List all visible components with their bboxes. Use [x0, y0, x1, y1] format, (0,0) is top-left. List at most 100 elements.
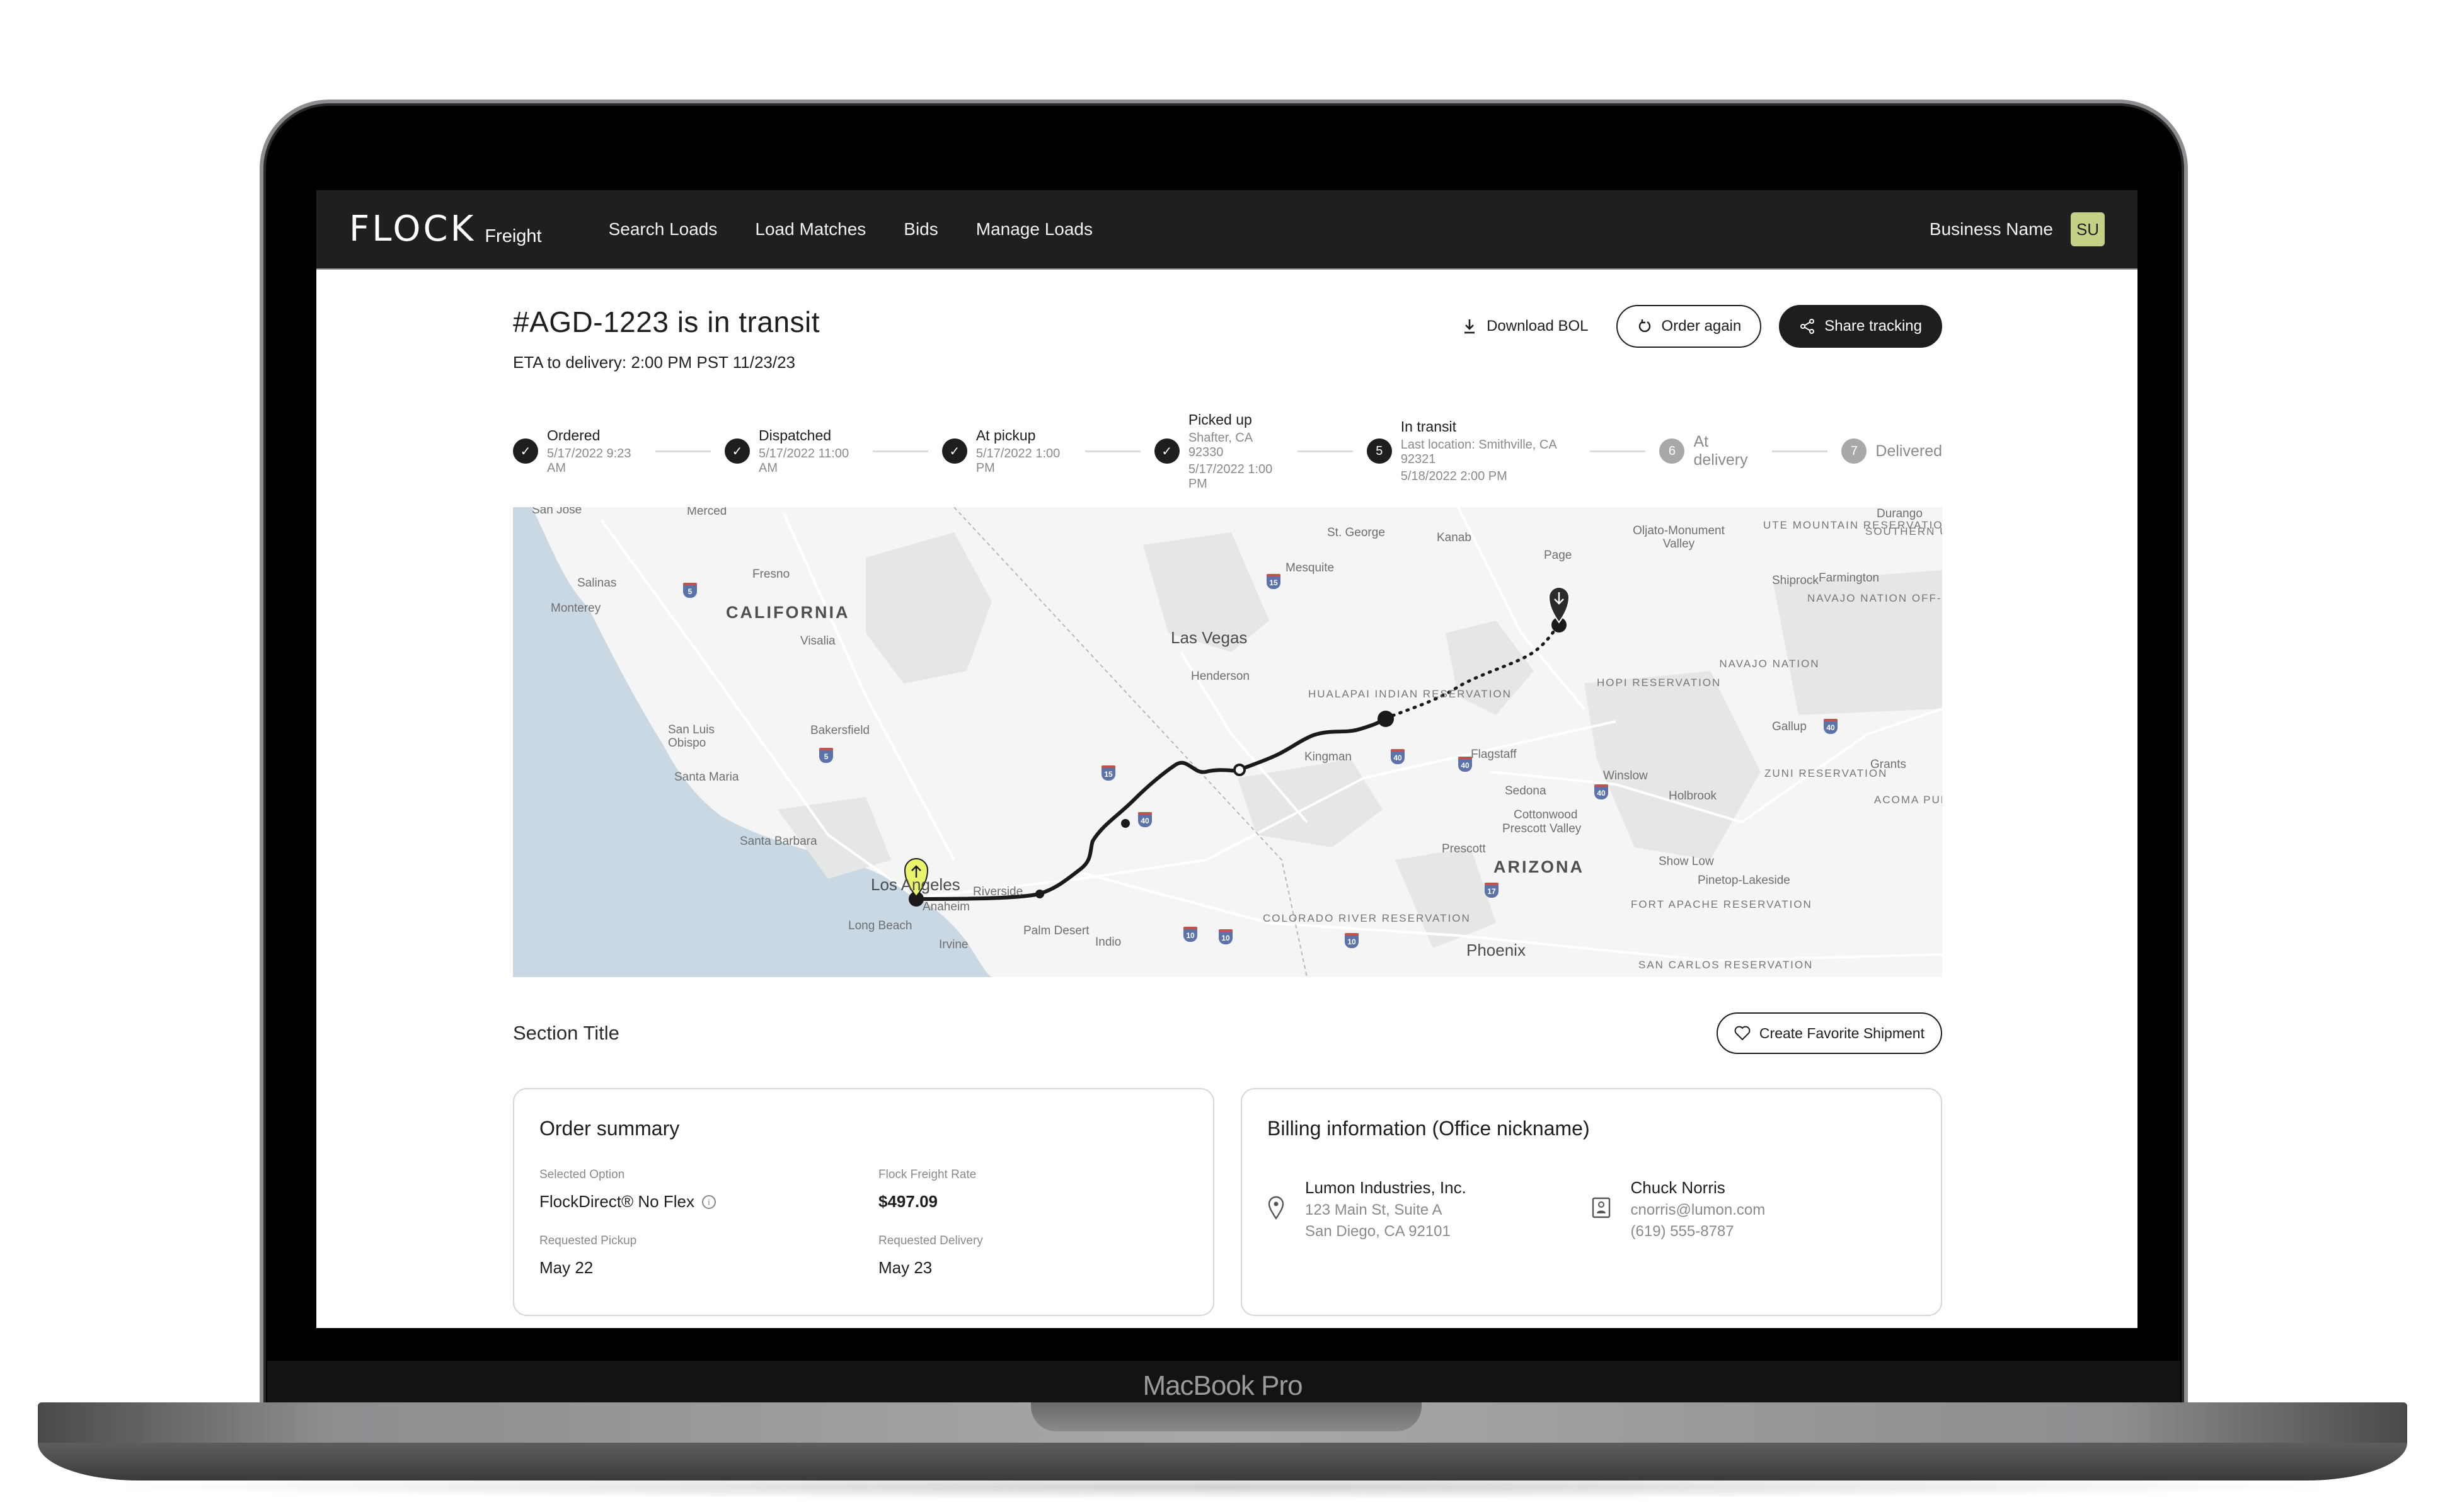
- field-label: Requested Pickup: [539, 1234, 637, 1247]
- map-city-label: Shiprock: [1772, 574, 1819, 587]
- create-favorite-shipment-button[interactable]: Create Favorite Shipment: [1716, 1012, 1942, 1054]
- selected-option-value: FlockDirect® No Flex: [539, 1192, 694, 1211]
- logo[interactable]: FLOCK Freight: [349, 212, 542, 247]
- section-title: Section Title: [513, 1022, 619, 1044]
- contact-name: Chuck Norris: [1630, 1178, 1725, 1197]
- map-city-label: St. George: [1327, 526, 1385, 539]
- check-icon: ✓: [1154, 438, 1180, 464]
- step-detail: 5/17/2022 11:00 AM: [758, 446, 849, 475]
- step-label: At delivery: [1693, 433, 1748, 469]
- nav-search-loads[interactable]: Search Loads: [609, 219, 718, 239]
- map-city-label: Sedona: [1505, 784, 1546, 798]
- step-label: Delivered: [1875, 442, 1943, 460]
- map-city-label: Farmington: [1819, 571, 1880, 585]
- route-map[interactable]: CALIFORNIA ARIZONA Las Vegas Los Angeles…: [513, 507, 1942, 977]
- nav-load-matches[interactable]: Load Matches: [755, 219, 866, 239]
- map-reservation-label: FORT APACHE RESERVATION: [1631, 898, 1812, 910]
- step-detail: Last location: Smithville, CA 92321: [1400, 438, 1556, 466]
- field-value: May 23: [878, 1258, 933, 1277]
- contact-card-icon: [1592, 1197, 1611, 1222]
- field-label: Flock Freight Rate: [878, 1168, 977, 1181]
- step-detail: 5/18/2022 2:00 PM: [1400, 469, 1507, 483]
- heart-icon: [1734, 1025, 1751, 1041]
- map-city-label: Palm Desert: [1023, 924, 1090, 937]
- current-location-marker: [1378, 711, 1394, 727]
- map-city-label: Irvine: [939, 938, 969, 951]
- map-reservation-label: ACOMA PUEBLO: [1874, 794, 1942, 806]
- highway-shield: 15: [1267, 574, 1280, 589]
- highway-shield: 10: [1183, 927, 1197, 942]
- map-city-label: Las Vegas: [1171, 628, 1248, 647]
- step-label: Ordered: [547, 427, 601, 444]
- map-city-label: Merced: [687, 507, 727, 518]
- page-header: #AGD-1223 is in transit ETA to delivery:…: [513, 305, 1942, 372]
- contact-phone[interactable]: (619) 555-8787: [1631, 1223, 1766, 1240]
- highway-shield: 10: [1219, 929, 1233, 944]
- field-requested-delivery: Requested Delivery May 23: [878, 1234, 1188, 1278]
- check-icon: ✓: [513, 438, 538, 464]
- step-label: In transit: [1400, 418, 1457, 435]
- waypoint-marker: [1233, 764, 1246, 776]
- step-connector: [1590, 450, 1646, 452]
- highway-shield: 17: [1485, 883, 1499, 898]
- field-label: Requested Delivery: [878, 1234, 983, 1247]
- map-city-label: Indio: [1095, 936, 1122, 949]
- contact-email[interactable]: cnorris@lumon.com: [1631, 1201, 1766, 1219]
- laptop-notch: [1031, 1402, 1422, 1431]
- nav-manage-loads[interactable]: Manage Loads: [976, 219, 1093, 239]
- logo-subtitle: Freight: [485, 226, 542, 246]
- card-title: Order summary: [539, 1117, 680, 1140]
- map-city-label: Cottonwood: [1514, 808, 1578, 822]
- step-picked-up: ✓ Picked up Shafter, CA 92330 5/17/2022 …: [1154, 411, 1284, 491]
- map-city-label: Santa Barbara: [740, 835, 817, 848]
- map-city-label: Salinas: [577, 576, 617, 590]
- map-city-label: Gallup: [1772, 720, 1807, 733]
- map-city-label: Phoenix: [1466, 941, 1526, 959]
- share-icon: [1799, 318, 1815, 335]
- map-city-label: Flagstaff: [1471, 748, 1517, 761]
- top-nav: FLOCK Freight Search Loads Load Matches …: [316, 190, 2137, 270]
- check-icon: ✓: [941, 438, 967, 464]
- account-area: Business Name SU: [1930, 212, 2105, 246]
- avatar[interactable]: SU: [2071, 212, 2105, 246]
- waypoint-marker: [1121, 819, 1130, 828]
- waypoint-marker: [1035, 890, 1044, 898]
- map-city-label: Oljato-Monument Valley: [1633, 524, 1725, 551]
- step-delivered: 7 Delivered: [1841, 438, 1942, 464]
- map-city-label: Anaheim: [923, 900, 970, 914]
- step-in-transit: 5 In transit Last location: Smithville, …: [1366, 418, 1577, 484]
- order-again-button[interactable]: Order again: [1616, 305, 1762, 348]
- map-city-label: San Luis Obispo: [668, 723, 715, 750]
- highway-shield: 40: [1458, 757, 1472, 772]
- step-connector: [1297, 450, 1353, 452]
- nav-links: Search Loads Load Matches Bids Manage Lo…: [609, 219, 1093, 239]
- map-reservation-label: UTE MOUNTAIN RESERVATION: [1763, 519, 1942, 531]
- destination-pin: [1548, 587, 1570, 633]
- step-connector: [1084, 450, 1141, 452]
- highway-shield: 40: [1594, 784, 1608, 799]
- shipment-progress-stepper: ✓ Ordered 5/17/2022 9:23 AM ✓ Dispatched…: [513, 411, 1942, 491]
- step-at-pickup: ✓ At pickup 5/17/2022 1:00 PM: [941, 427, 1071, 476]
- map-city-label: Mesquite: [1286, 561, 1335, 575]
- address-line-1: 123 Main St, Suite A: [1305, 1201, 1442, 1218]
- step-dispatched: ✓ Dispatched 5/17/2022 11:00 AM: [724, 427, 859, 476]
- info-icon[interactable]: i: [701, 1194, 716, 1209]
- order-summary-fields: Selected Option FlockDirect® No Flex i F…: [539, 1168, 1188, 1278]
- share-tracking-label: Share tracking: [1824, 318, 1922, 335]
- step-number: 7: [1841, 438, 1867, 464]
- map-reservation-label: NAVAJO NATION OFF-RESERVATION TRUST LAND: [1807, 592, 1942, 604]
- highway-shield: 10: [1345, 933, 1359, 948]
- nav-bids[interactable]: Bids: [904, 219, 938, 239]
- field-value: $497.09: [878, 1192, 938, 1211]
- eta-text: ETA to delivery: 2:00 PM PST 11/23/23: [513, 353, 796, 372]
- share-tracking-button[interactable]: Share tracking: [1779, 305, 1942, 348]
- step-label: Dispatched: [758, 427, 832, 444]
- business-name[interactable]: Business Name: [1930, 219, 2053, 239]
- map-city-label: Page: [1544, 549, 1572, 562]
- map-city-label: Holbrook: [1669, 789, 1717, 803]
- screen: FLOCK Freight Search Loads Load Matches …: [316, 190, 2137, 1328]
- map-reservation-label: HUALAPAI INDIAN RESERVATION: [1308, 688, 1512, 700]
- step-ordered: ✓ Ordered 5/17/2022 9:23 AM: [513, 427, 641, 476]
- step-number: 5: [1366, 438, 1392, 464]
- download-bol-button[interactable]: Download BOL: [1451, 305, 1598, 348]
